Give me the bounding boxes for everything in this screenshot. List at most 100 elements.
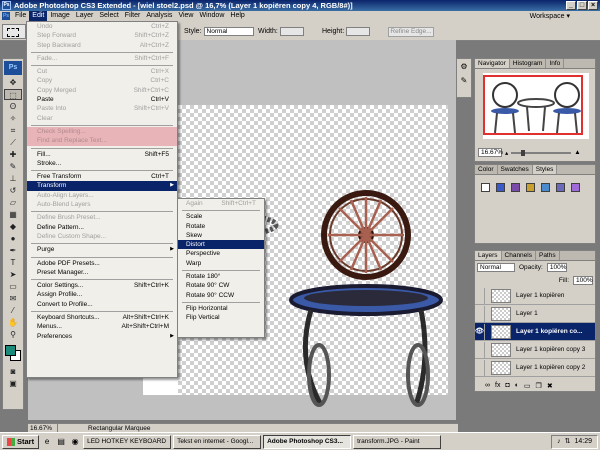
lasso-tool-icon[interactable]: ʘ [4,101,22,112]
healing-brush-icon[interactable]: ✚ [4,149,22,160]
menu-file[interactable]: File [12,11,29,21]
height-input[interactable] [346,27,371,36]
transform-menu-scale[interactable]: Scale [178,212,264,221]
transform-menu-skew[interactable]: Skew [178,231,264,240]
menu-layer[interactable]: Layer [73,11,97,21]
transform-menu-rotate-90-cw[interactable]: Rotate 90° CW [178,281,264,290]
tools-icon[interactable]: ⚙ [457,62,471,71]
notes-tool-icon[interactable]: ✉ [4,293,22,304]
link-layers-icon[interactable]: ∞ [485,382,490,390]
menu-edit[interactable]: Edit [29,11,48,21]
menu-window[interactable]: Window [196,11,227,21]
visibility-eye-icon[interactable] [475,287,485,304]
style-swatch[interactable] [556,183,565,192]
tab-navigator[interactable]: Navigator [475,59,510,68]
transform-menu-distort[interactable]: Distort [178,240,264,250]
style-swatch[interactable] [571,183,580,192]
clone-stamp-icon[interactable]: ⊥ [4,173,22,184]
hand-tool-icon[interactable]: ✋ [4,317,22,328]
fill-input[interactable]: 100% [573,276,593,285]
layer-row[interactable]: Layer 1 kopiëren copy 2 [475,359,595,377]
layer-row[interactable]: 👁 Layer 1 kopiëren co... [475,323,595,341]
edit-menu-transform[interactable]: Transform ▶ [27,181,177,191]
transform-menu-warp[interactable]: Warp [178,259,264,268]
visibility-eye-icon[interactable]: 👁 [475,323,485,340]
edit-menu-preferences[interactable]: Preferences ▶ [27,332,177,341]
edit-menu-menus[interactable]: Menus... Alt+Shift+Ctrl+M [27,322,177,331]
new-layer-icon[interactable]: ❐ [536,382,542,390]
move-tool-icon[interactable]: ✥ [4,77,22,88]
edit-menu-check-spelling[interactable]: Check Spelling... [27,126,177,137]
crop-tool-icon[interactable]: ⌗ [4,125,22,136]
tab-info[interactable]: Info [546,59,565,68]
transform-menu-flip-vertical[interactable]: Flip Vertical [178,313,264,322]
edit-menu-convert-to-profile[interactable]: Convert to Profile... [27,300,177,309]
browser-icon[interactable]: e [42,437,52,447]
tool-preset-picker[interactable] [2,24,26,39]
volume-icon[interactable]: ♪ [557,436,561,448]
edit-menu-paste[interactable]: Paste Ctrl+V [27,95,177,104]
maximize-button[interactable]: □ [577,1,587,10]
navigator-view-box[interactable] [483,75,583,135]
color-swatches[interactable] [4,344,22,362]
gradient-tool-icon[interactable]: ▦ [4,209,22,220]
navigator-zoom-input[interactable]: 16.67% [478,148,503,157]
edit-menu-assign-profile[interactable]: Assign Profile... [27,290,177,299]
tab-channels[interactable]: Channels [502,251,536,260]
new-group-icon[interactable]: ▭ [524,382,531,390]
path-selection-icon[interactable]: ➤ [4,269,22,280]
style-swatch[interactable] [496,183,505,192]
menu-filter[interactable]: Filter [122,11,144,21]
width-input[interactable] [279,27,304,36]
navigator-zoom-slider[interactable] [511,149,572,156]
edit-menu-fill[interactable]: Fill... Shift+F5 [27,150,177,159]
edit-menu-keyboard-shortcuts[interactable]: Keyboard Shortcuts... Alt+Shift+Ctrl+K [27,313,177,322]
taskbar-item-keyboard[interactable]: LED HOTKEY KEYBOARD [83,434,172,449]
minimize-button[interactable]: _ [566,1,576,10]
tab-swatches[interactable]: Swatches [498,165,533,174]
zoom-in-icon[interactable]: ▲ [574,149,580,156]
edit-menu-purge[interactable]: Purge ▶ [27,245,177,254]
type-tool-icon[interactable]: T [4,257,22,268]
pen-tool-icon[interactable]: ✒ [4,245,22,256]
network-icon[interactable]: ⇅ [565,436,571,448]
edit-menu-define-pattern[interactable]: Define Pattern... [27,223,177,232]
media-icon[interactable]: ◉ [70,437,80,447]
tab-styles[interactable]: Styles [532,165,558,174]
opacity-input[interactable]: 100% [546,263,567,272]
dodge-tool-icon[interactable]: ● [4,233,22,244]
marquee-tool-icon[interactable]: ⬚ [4,89,22,100]
tab-color[interactable]: Color [475,165,498,174]
style-swatch[interactable] [541,183,550,192]
layer-row[interactable]: Layer 1 kopiëren copy 3 [475,341,595,359]
visibility-eye-icon[interactable] [475,341,485,358]
menu-select[interactable]: Select [96,11,121,21]
close-button[interactable]: × [588,1,598,10]
tab-paths[interactable]: Paths [536,251,560,260]
transform-menu-perspective[interactable]: Perspective [178,249,264,258]
eraser-tool-icon[interactable]: ▱ [4,197,22,208]
blur-tool-icon[interactable]: ◆ [4,221,22,232]
edit-menu-find-and-replace-text[interactable]: Find and Replace Text... [27,136,177,146]
transform-menu-rotate[interactable]: Rotate [178,222,264,231]
visibility-eye-icon[interactable] [475,305,485,322]
eyedropper-icon[interactable]: ⁄ [4,305,22,316]
trash-icon[interactable]: ✖ [547,382,553,390]
style-select[interactable]: Normal [203,27,254,36]
edit-menu-color-settings[interactable]: Color Settings... Shift+Ctrl+K [27,281,177,290]
collapsed-panel-strip[interactable]: ⚙ ✎ [456,58,472,98]
layer-mask-icon[interactable]: ◘ [505,382,509,390]
edit-menu-stroke[interactable]: Stroke... [27,159,177,168]
edit-menu-free-transform[interactable]: Free Transform Ctrl+T [27,172,177,181]
brush-icon[interactable]: ✎ [457,76,471,85]
layer-style-icon[interactable]: fx [495,382,500,390]
quick-mask-icon[interactable]: ◙ [4,366,22,377]
shape-tool-icon[interactable]: ▭ [4,281,22,292]
start-button[interactable]: Start [2,434,40,449]
slice-tool-icon[interactable]: ⟋ [4,137,22,148]
blend-mode-select[interactable]: Normal [477,263,515,272]
layer-row[interactable]: Layer 1 [475,305,595,323]
workspace-button[interactable]: Workspace ▾ [530,12,570,21]
status-zoom[interactable]: 16.67% [28,424,58,432]
menu-image[interactable]: Image [47,11,72,21]
